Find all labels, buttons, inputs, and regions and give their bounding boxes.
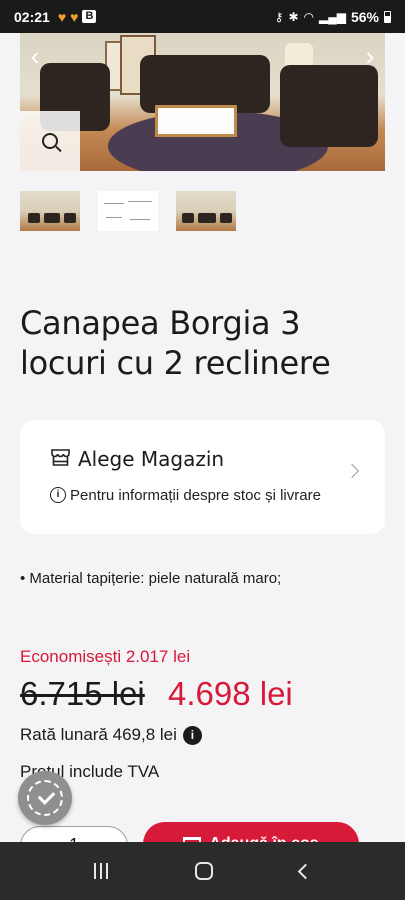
- zoom-button[interactable]: [20, 111, 80, 171]
- notification-icons: ♥ ♥ B: [58, 9, 97, 25]
- choose-store-card[interactable]: Alege Magazin i Pentru informații despre…: [20, 420, 385, 534]
- feature-bullet: • Material tapițerie: piele naturală mar…: [20, 570, 282, 587]
- thumbnail-1[interactable]: [20, 191, 80, 231]
- signal-icon: ▂▄▆: [319, 9, 346, 24]
- savings-label: Economisești 2.017 lei: [20, 647, 191, 666]
- gallery-next-button[interactable]: ›: [359, 41, 381, 71]
- installment-text: Rată lunară 469,8 lei: [20, 725, 177, 744]
- search-icon: [42, 133, 58, 149]
- battery-icon: [384, 10, 391, 23]
- current-price: 4.698 lei: [168, 675, 293, 712]
- diagram-line: [130, 219, 150, 220]
- store-icon: [51, 449, 70, 466]
- clock: 02:21: [14, 8, 50, 25]
- heart-icon: ♥: [57, 8, 67, 25]
- product-title: Canapea Borgia 3 locuri cu 2 reclinere: [20, 304, 331, 382]
- trust-badge-button[interactable]: [18, 771, 72, 825]
- coffee-table: [155, 105, 237, 137]
- key-icon: ⚷: [274, 9, 284, 24]
- diagram-line: [106, 217, 122, 218]
- product-main-image[interactable]: ‹ ›: [20, 33, 385, 171]
- sofa-mini: [182, 213, 194, 223]
- choose-store-title: Alege Magazin: [78, 447, 225, 471]
- sofa-mini: [28, 213, 40, 223]
- installment-row: Rată lunară 469,8 lei i: [20, 724, 202, 746]
- sofa-mini: [64, 213, 76, 223]
- thumbnail-3[interactable]: [176, 191, 236, 231]
- info-icon[interactable]: i: [182, 725, 202, 745]
- home-button[interactable]: [194, 862, 213, 880]
- sofa-mini: [44, 213, 60, 223]
- system-nav-bar: [0, 842, 405, 900]
- recent-apps-button[interactable]: [93, 863, 108, 879]
- old-price: 6.715 lei: [20, 675, 145, 712]
- gallery-prev-button[interactable]: ‹: [24, 41, 46, 71]
- back-button[interactable]: [298, 863, 314, 879]
- bluetooth-icon: ✱: [288, 9, 299, 24]
- thumbnail-strip: [20, 191, 236, 231]
- diagram-line: [104, 203, 124, 204]
- wifi-icon: ◠: [303, 9, 314, 24]
- status-bar: 02:21 ♥ ♥ B ⚷ ✱ ◠ ▂▄▆ 56%: [0, 0, 405, 33]
- heart-icon: ♥: [70, 8, 79, 25]
- diagram-line: [128, 201, 152, 202]
- thumbnail-2[interactable]: [98, 191, 158, 231]
- system-icons: ⚷ ✱ ◠ ▂▄▆ 56%: [275, 9, 391, 25]
- info-icon: i: [50, 487, 66, 503]
- checkmark-icon: [27, 780, 63, 816]
- recliner-chair: [280, 65, 378, 147]
- sofa-mini: [198, 213, 216, 223]
- choose-store-subtitle: Pentru informații despre stoc și livrare: [70, 487, 321, 504]
- battery-level: 56%: [350, 8, 379, 25]
- chevron-right-icon: [344, 463, 360, 479]
- b-app-icon: B: [82, 10, 97, 23]
- sofa-mini: [220, 213, 232, 223]
